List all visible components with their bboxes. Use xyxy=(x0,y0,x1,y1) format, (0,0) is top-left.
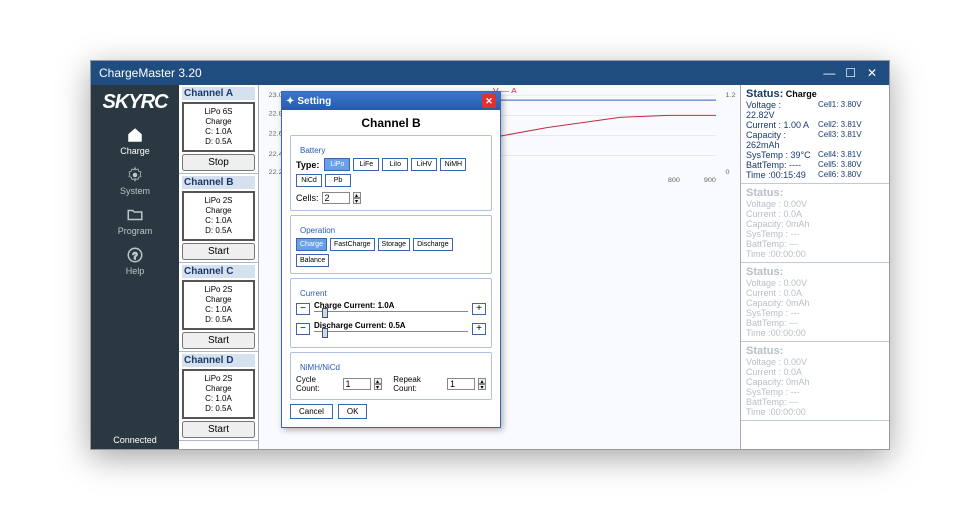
operation-fieldset: Operation ChargeFastChargeStorageDischar… xyxy=(290,215,492,274)
channel-info: LiPo 2SChargeC: 1.0AD: 0.5A xyxy=(182,369,255,419)
op-fastcharge[interactable]: FastCharge xyxy=(330,238,375,251)
nav-system[interactable]: System xyxy=(118,166,153,196)
nav-charge[interactable]: Charge xyxy=(118,126,153,156)
cycle-label: Cycle Count: xyxy=(296,375,340,393)
channel-head: Channel D xyxy=(182,354,255,367)
repeak-label: Repeak Count: xyxy=(393,375,444,393)
op-discharge[interactable]: Discharge xyxy=(413,238,453,251)
svg-text:900: 900 xyxy=(704,178,716,184)
modal-title-label: ✦Setting xyxy=(286,96,331,107)
cancel-button[interactable]: Cancel xyxy=(290,404,333,419)
nimh-fieldset: NiMH/NiCd Cycle Count: ▴▾ Repeak Count: … xyxy=(290,352,492,400)
maximize-button[interactable]: ☐ xyxy=(842,66,860,80)
status-a: Status: ChargeVoltage : 22.82VCell1: 3.8… xyxy=(741,85,889,184)
type-nicd[interactable]: NiCd xyxy=(296,174,322,187)
op-balance[interactable]: Balance xyxy=(296,254,329,267)
cells-down[interactable]: ▾ xyxy=(353,198,361,204)
home-icon xyxy=(126,126,144,144)
conn-status: Connected xyxy=(113,435,157,445)
status-col: Status: ChargeVoltage : 22.82VCell1: 3.8… xyxy=(741,85,889,449)
battery-fieldset: Battery Type: LiPoLiFeLiIoLiHVNiMHNiCdPb… xyxy=(290,135,492,211)
nav-help[interactable]: ? Help xyxy=(118,246,153,276)
discharge-current-label: Discharge Current: 0.5A xyxy=(314,321,468,330)
window-controls: — ☐ ✕ xyxy=(820,66,881,80)
status-idle: Status:Voltage : 0.00VCurrent : 0.0ACapa… xyxy=(741,263,889,342)
close-button[interactable]: ✕ xyxy=(863,66,881,80)
channel-stop-button[interactable]: Stop xyxy=(182,154,255,171)
type-liio[interactable]: LiIo xyxy=(382,158,408,171)
channel-d: Channel D LiPo 2SChargeC: 1.0AD: 0.5A Star… xyxy=(179,352,258,441)
sidebar: SKYRC Charge System Program ? Help xyxy=(91,85,179,449)
modal-heading: Channel B xyxy=(290,116,492,130)
channel-info: LiPo 2SChargeC: 1.0AD: 0.5A xyxy=(182,280,255,330)
channel-head: Channel A xyxy=(182,87,255,100)
repeak-down[interactable]: ▾ xyxy=(478,384,486,390)
op-charge[interactable]: Charge xyxy=(296,238,327,251)
channel-b: Channel B LiPo 2SChargeC: 1.0AD: 0.5A Star… xyxy=(179,174,258,263)
type-life[interactable]: LiFe xyxy=(353,158,379,171)
cycle-input[interactable] xyxy=(343,378,371,390)
modal-close-icon[interactable]: ✕ xyxy=(482,94,496,108)
settings-modal: ✦Setting ✕ Channel B Battery Type: LiPoL… xyxy=(281,91,501,428)
channel-info: LiPo 2SChargeC: 1.0AD: 0.5A xyxy=(182,191,255,241)
help-icon: ? xyxy=(126,246,144,264)
channel-start-button[interactable]: Start xyxy=(182,421,255,438)
app-window: ChargeMaster 3.20 — ☐ ✕ SKYRC Charge Sys… xyxy=(90,60,890,450)
charge-minus[interactable]: − xyxy=(296,303,310,315)
folder-icon xyxy=(126,206,144,224)
cycle-down[interactable]: ▾ xyxy=(374,384,382,390)
discharge-plus[interactable]: + xyxy=(472,323,486,335)
current-fieldset: Current − Charge Current: 1.0A + − Disch… xyxy=(290,278,492,348)
gear-icon xyxy=(126,166,144,184)
charge-current-label: Charge Current: 1.0A xyxy=(314,301,468,310)
channel-start-button[interactable]: Start xyxy=(182,243,255,260)
type-lihv[interactable]: LiHV xyxy=(411,158,437,171)
charge-plus[interactable]: + xyxy=(472,303,486,315)
channel-head: Channel C xyxy=(182,265,255,278)
channel-list: Channel A LiPo 6SChargeC: 1.0AD: 0.5A Stop… xyxy=(179,85,259,449)
charge-slider[interactable] xyxy=(314,311,468,317)
channel-head: Channel B xyxy=(182,176,255,189)
channel-a: Channel A LiPo 6SChargeC: 1.0AD: 0.5A Stop xyxy=(179,85,258,174)
ok-button[interactable]: OK xyxy=(338,404,368,419)
svg-text:1.2: 1.2 xyxy=(726,93,736,99)
status-idle: Status:Voltage : 0.00VCurrent : 0.0ACapa… xyxy=(741,184,889,263)
type-label: Type: xyxy=(296,160,319,170)
type-lipo[interactable]: LiPo xyxy=(324,158,350,171)
cells-label: Cells: xyxy=(296,193,319,203)
type-nimh[interactable]: NiMH xyxy=(440,158,466,171)
cells-input[interactable] xyxy=(322,192,350,204)
window-title: ChargeMaster 3.20 xyxy=(99,66,202,80)
nav-program[interactable]: Program xyxy=(118,206,153,236)
discharge-slider[interactable] xyxy=(314,331,468,337)
channel-start-button[interactable]: Start xyxy=(182,332,255,349)
status-idle: Status:Voltage : 0.00VCurrent : 0.0ACapa… xyxy=(741,342,889,421)
svg-text:?: ? xyxy=(132,251,137,261)
repeak-input[interactable] xyxy=(447,378,475,390)
minimize-button[interactable]: — xyxy=(820,66,838,80)
discharge-minus[interactable]: − xyxy=(296,323,310,335)
op-storage[interactable]: Storage xyxy=(378,238,411,251)
titlebar: ChargeMaster 3.20 — ☐ ✕ xyxy=(91,61,889,85)
svg-text:800: 800 xyxy=(668,178,680,184)
channel-info: LiPo 6SChargeC: 1.0AD: 0.5A xyxy=(182,102,255,152)
svg-text:0: 0 xyxy=(726,169,730,175)
brand-logo: SKYRC xyxy=(102,91,167,114)
channel-c: Channel C LiPo 2SChargeC: 1.0AD: 0.5A Star… xyxy=(179,263,258,352)
modal-titlebar[interactable]: ✦Setting ✕ xyxy=(282,92,500,110)
type-pb[interactable]: Pb xyxy=(325,174,351,187)
